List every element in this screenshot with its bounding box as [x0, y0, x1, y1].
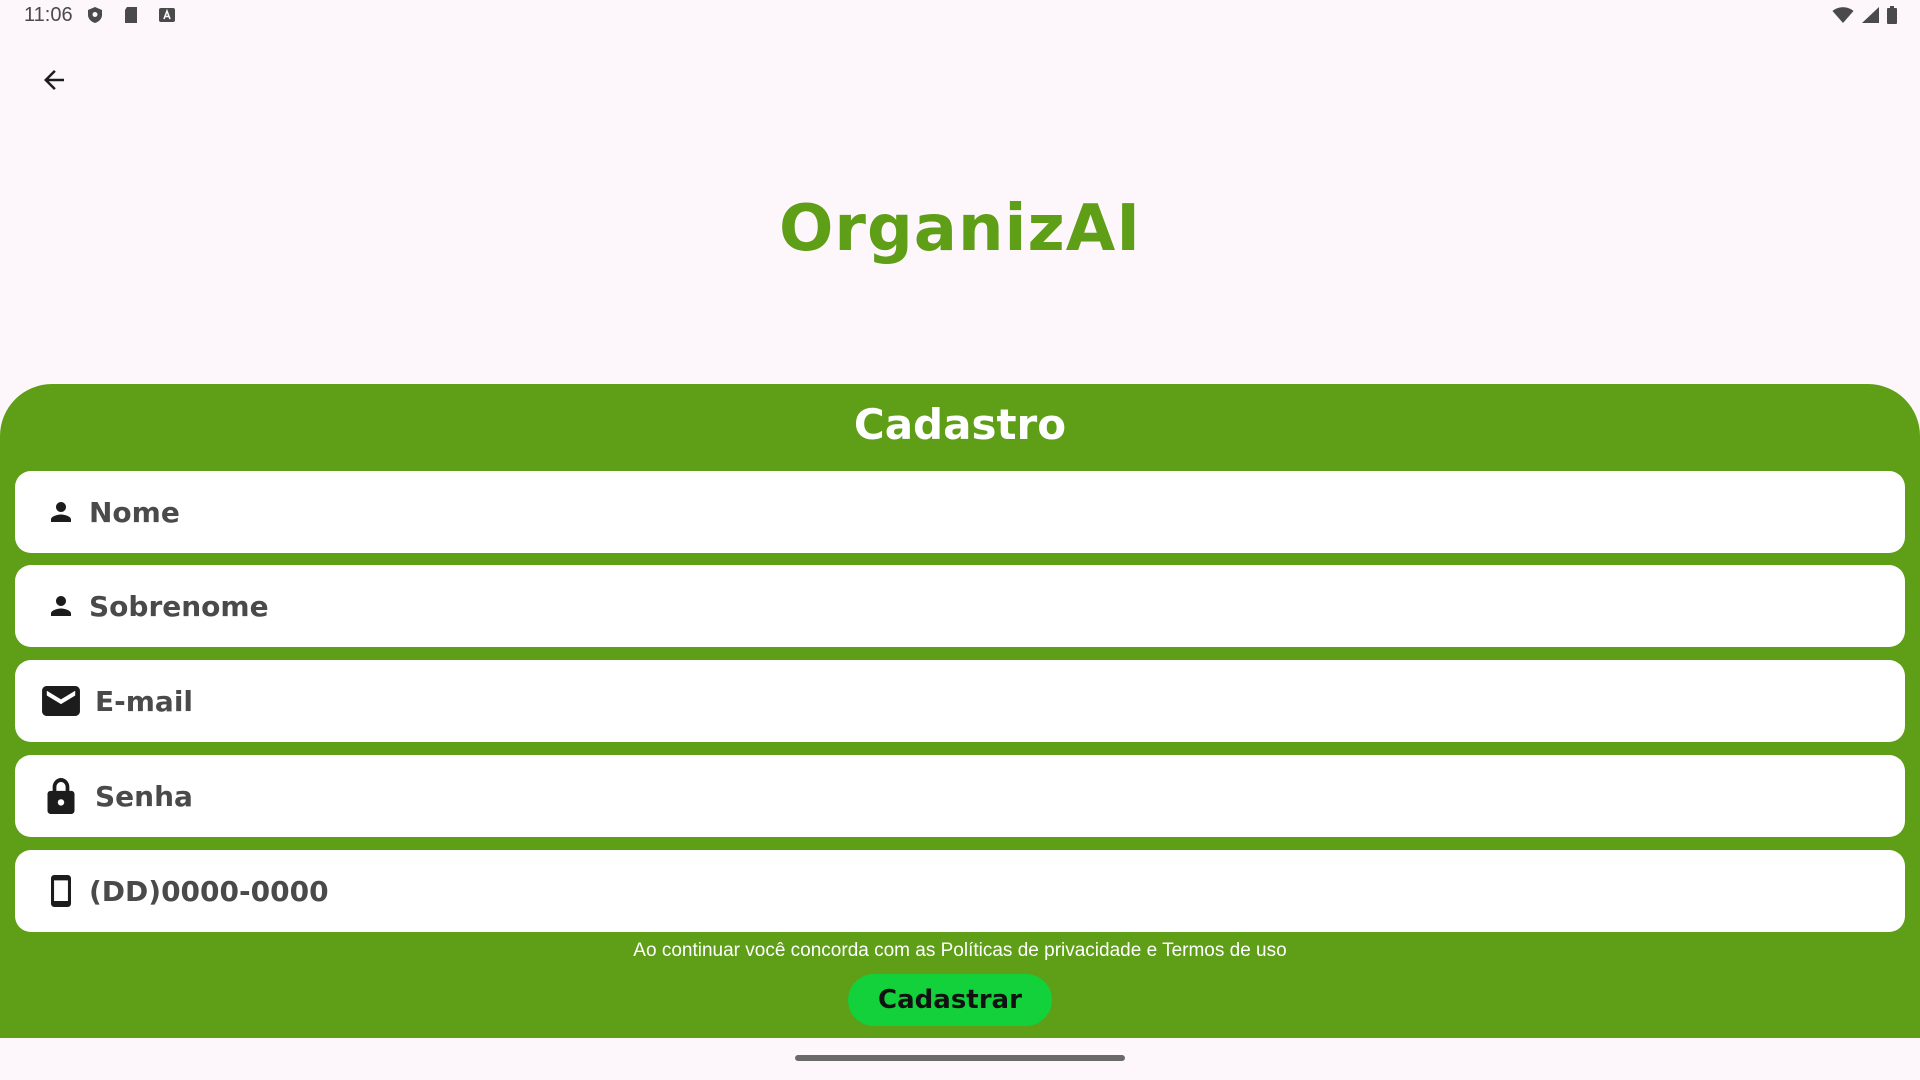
signup-button[interactable]: Cadastrar — [848, 974, 1052, 1026]
first-name-input[interactable] — [85, 471, 1885, 553]
arrow-left-icon — [39, 65, 69, 100]
wifi-icon — [1832, 6, 1854, 29]
status-right-icons — [1832, 6, 1898, 29]
password-field[interactable] — [15, 755, 1905, 837]
phone-field[interactable] — [15, 850, 1905, 932]
shield-icon — [86, 6, 104, 24]
keyboard-a-icon — [158, 6, 176, 24]
back-button[interactable] — [32, 60, 76, 104]
first-name-field[interactable] — [15, 471, 1905, 553]
phone-input[interactable] — [85, 850, 1885, 932]
last-name-input[interactable] — [85, 565, 1885, 647]
battery-icon — [1886, 6, 1898, 29]
last-name-field[interactable] — [15, 565, 1905, 647]
sd-card-icon — [122, 6, 140, 24]
status-time: 11:06 — [24, 4, 73, 26]
lock-icon — [41, 776, 81, 816]
gesture-nav-handle[interactable] — [795, 1055, 1125, 1061]
signup-screen: 11:06 OrganizAI Cadastro Nome Sobrenome … — [0, 0, 1920, 1080]
email-input[interactable] — [91, 660, 1885, 742]
mail-icon — [41, 681, 81, 721]
terms-text[interactable]: Ao continuar você concorda com as Políti… — [0, 940, 1920, 962]
person-icon — [41, 586, 81, 626]
app-title: OrganizAI — [778, 192, 1142, 266]
cell-signal-icon — [1860, 6, 1880, 29]
phone-icon — [41, 871, 81, 911]
form-title: Cadastro — [853, 400, 1067, 449]
person-icon — [41, 492, 81, 532]
status-bar: 11:06 — [0, 0, 1920, 32]
email-field[interactable] — [15, 660, 1905, 742]
password-input[interactable] — [91, 755, 1885, 837]
